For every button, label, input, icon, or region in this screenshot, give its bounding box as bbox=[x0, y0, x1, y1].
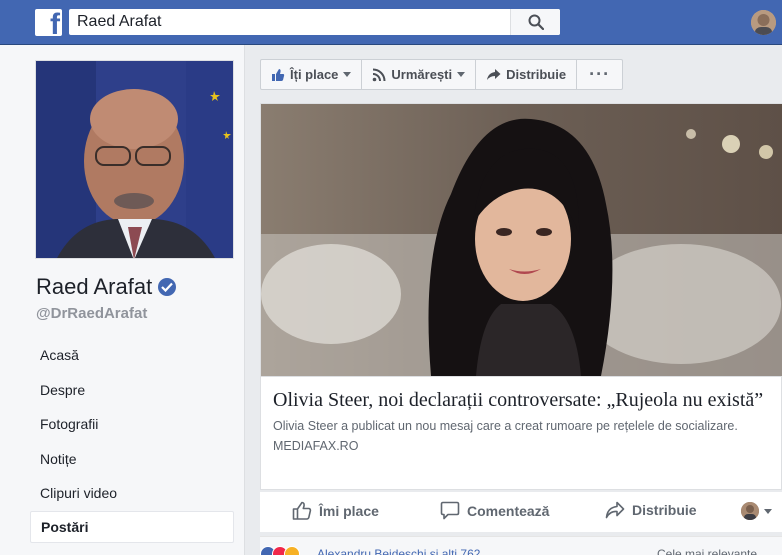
reaction-icons[interactable] bbox=[260, 546, 300, 555]
search-input[interactable] bbox=[69, 9, 509, 35]
share-arrow-outline-icon bbox=[605, 501, 625, 519]
chevron-down-icon bbox=[343, 72, 352, 77]
avatar bbox=[741, 502, 759, 520]
profile-photo[interactable] bbox=[35, 60, 234, 259]
facebook-logo-icon[interactable]: f bbox=[35, 9, 62, 36]
chevron-down-icon bbox=[764, 508, 772, 514]
user-avatar[interactable] bbox=[751, 10, 776, 35]
search-button[interactable] bbox=[510, 9, 560, 35]
page-name-text[interactable]: Raed Arafat bbox=[36, 274, 152, 300]
page-sidebar: Raed Arafat @DrRaedArafat Acasă Despre F… bbox=[0, 45, 245, 555]
link-title[interactable]: Olivia Steer, noi declarații controversa… bbox=[273, 388, 771, 412]
nav-item-about[interactable]: Despre bbox=[30, 373, 234, 408]
link-domain: MEDIAFAX.RO bbox=[273, 439, 359, 453]
like-label: Îmi place bbox=[319, 502, 379, 519]
reactions-text[interactable]: Alexandru Bejdeschi și alți 762 bbox=[317, 547, 480, 555]
shared-link-card[interactable]: Olivia Steer, noi declarații controversa… bbox=[260, 103, 782, 490]
like-button[interactable]: Îmi place bbox=[292, 501, 379, 520]
page-share-label: Distribuie bbox=[506, 67, 567, 82]
share-arrow-icon bbox=[487, 69, 501, 80]
more-options-button[interactable]: ··· bbox=[577, 60, 622, 89]
wow-reaction-icon bbox=[284, 546, 300, 555]
comment-label: Comentează bbox=[467, 502, 550, 519]
thumbs-up-icon bbox=[272, 68, 285, 81]
page-navigation: Acasă Despre Fotografii Notițe Clipuri v… bbox=[30, 338, 234, 543]
follow-button[interactable]: Urmărești bbox=[362, 60, 477, 89]
verified-badge-icon bbox=[158, 278, 177, 296]
chevron-down-icon bbox=[457, 72, 466, 77]
link-description: Olivia Steer a publicat un nou mesaj car… bbox=[273, 419, 738, 433]
page-share-button[interactable]: Distribuie bbox=[476, 60, 578, 89]
post-feedback-bar: Îmi place Comentează Distribuie bbox=[260, 492, 782, 532]
link-preview-image[interactable] bbox=[261, 104, 782, 376]
search-box bbox=[69, 9, 560, 35]
comment-sort-dropdown[interactable]: Cele mai relevante bbox=[657, 547, 757, 555]
post-as-selector[interactable] bbox=[741, 502, 772, 520]
comment-button[interactable]: Comentează bbox=[440, 501, 549, 520]
comment-bubble-icon bbox=[440, 501, 460, 520]
nav-item-notes[interactable]: Notițe bbox=[30, 442, 234, 477]
search-icon bbox=[528, 14, 544, 30]
reactions-summary: Alexandru Bejdeschi și alți 762 Cele mai… bbox=[260, 536, 782, 555]
page-username[interactable]: @DrRaedArafat bbox=[36, 305, 147, 322]
rss-follow-icon bbox=[373, 68, 386, 81]
page-title: Raed Arafat bbox=[36, 274, 177, 300]
nav-item-videos[interactable]: Clipuri video bbox=[30, 476, 234, 511]
nav-item-home[interactable]: Acasă bbox=[30, 338, 234, 373]
link-preview-text[interactable]: Olivia Steer, noi declarații controversa… bbox=[261, 376, 782, 491]
nav-item-posts[interactable]: Postări bbox=[30, 510, 234, 543]
page-like-button[interactable]: Îți place bbox=[261, 60, 363, 89]
share-label: Distribuie bbox=[632, 502, 697, 518]
page-like-label: Îți place bbox=[290, 67, 339, 82]
page-action-bar: Îți place Urmărești Distribuie ··· bbox=[260, 59, 624, 90]
thumbs-up-outline-icon bbox=[292, 501, 312, 520]
share-button[interactable]: Distribuie bbox=[605, 501, 697, 519]
nav-item-photos[interactable]: Fotografii bbox=[30, 407, 234, 442]
follow-label: Urmărești bbox=[391, 67, 453, 82]
top-navigation-bar: f bbox=[0, 0, 782, 45]
